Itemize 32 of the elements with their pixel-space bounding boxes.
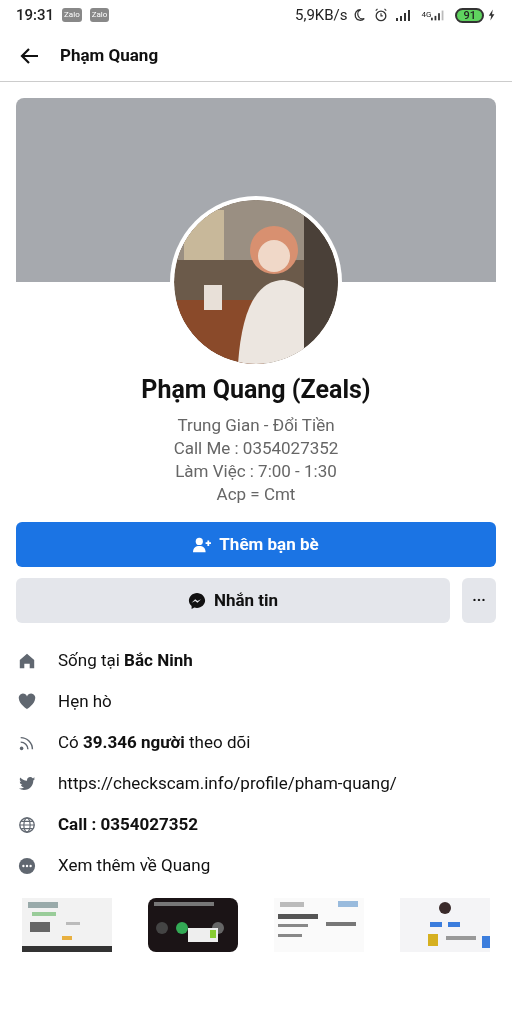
page-title: Phạm Quang <box>60 43 159 67</box>
bio-line: Call Me : 0354027352 <box>173 437 339 460</box>
network-speed: 5,9KB/s <box>295 4 348 26</box>
alarm-icon <box>373 8 388 22</box>
network-type: 4G <box>421 11 432 19</box>
status-time: 19:31 <box>16 4 55 26</box>
house-icon <box>18 651 36 670</box>
heart-icon <box>18 692 36 711</box>
charging-icon <box>488 9 496 21</box>
moon-icon <box>351 8 366 22</box>
battery-level: 91 <box>455 7 484 23</box>
info-text: Call : 0354027352 <box>58 812 198 836</box>
messenger-icon <box>187 591 206 610</box>
info-text: Hẹn hò <box>58 689 112 713</box>
more-icon <box>18 856 36 875</box>
globe-icon <box>18 815 36 834</box>
info-text: Sống tại Bắc Ninh <box>58 648 193 672</box>
bio-line: Trung Gian - Đổi Tiền <box>177 414 335 437</box>
more-button[interactable]: ··· <box>462 578 496 623</box>
info-link[interactable]: Xem thêm về Quang <box>58 852 211 879</box>
info-link[interactable]: https://checkscam.info/profile/pham-quang/ <box>58 770 397 797</box>
bio-line: Làm Việc : 7:00 - 1:30 <box>175 460 337 483</box>
message-button[interactable]: Nhắn tin <box>16 578 451 623</box>
bio-line: Acp = Cmt <box>216 483 296 506</box>
profile-name: Phạm Quang (Zeals) <box>141 374 371 406</box>
info-text: Có 39.346 người theo dõi <box>58 730 251 754</box>
add-person-icon <box>193 536 212 553</box>
notification-icon: Zalo <box>89 8 110 22</box>
back-arrow-icon <box>20 45 40 66</box>
add-friend-button[interactable]: Thêm bạn bè <box>16 522 496 567</box>
notification-icon: Zalo <box>62 8 82 22</box>
bird-icon <box>18 774 36 793</box>
